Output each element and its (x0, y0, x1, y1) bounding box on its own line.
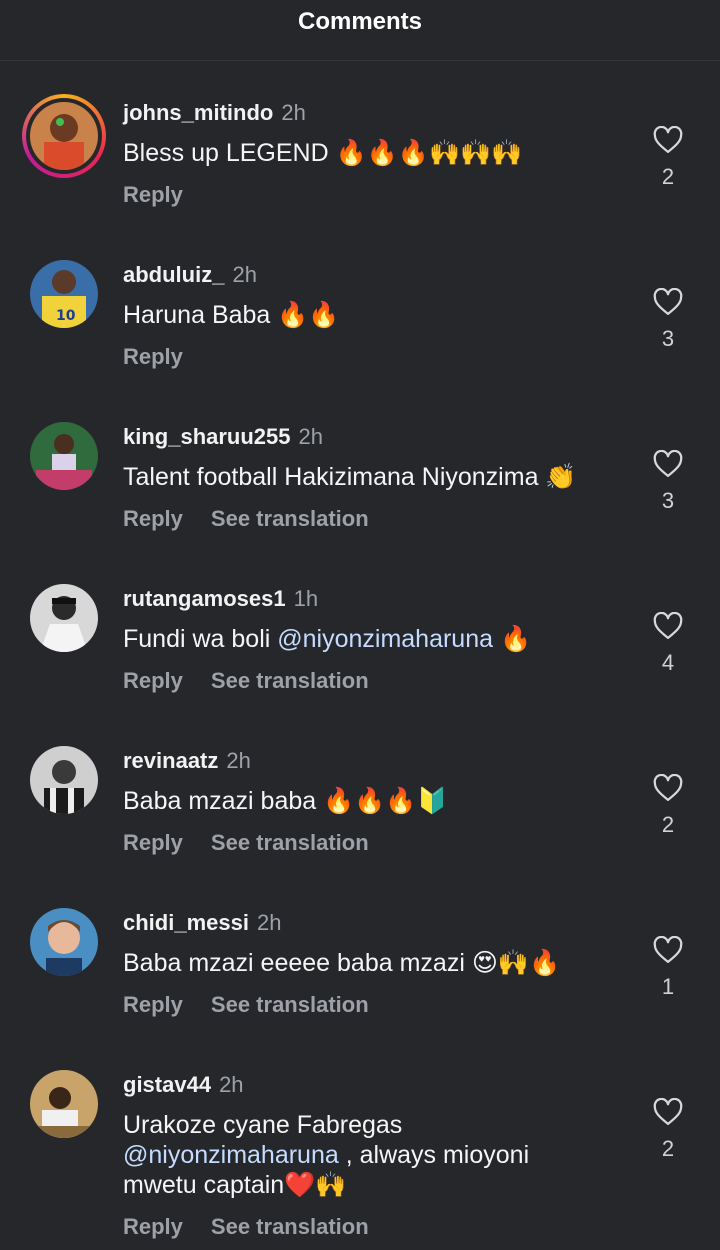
comment-time: 2h (298, 424, 323, 449)
heart-icon[interactable] (653, 1098, 683, 1126)
comment-item: king_sharuu255 2h Talent football Hakizim… (0, 422, 720, 584)
comment-time: 2h (219, 1072, 244, 1097)
reply-button[interactable]: Reply (123, 506, 183, 531)
reply-button[interactable]: Reply (123, 992, 183, 1017)
comment-item: chidi_messi 2h Baba mzazi eeeee baba mzaz… (0, 908, 720, 1070)
avatar[interactable] (30, 746, 98, 814)
heart-icon[interactable] (653, 612, 683, 640)
like-count: 3 (661, 326, 675, 351)
see-translation-button[interactable]: See translation (211, 668, 369, 693)
heart-icon[interactable] (653, 774, 683, 802)
like-control: 3 (648, 288, 688, 352)
comment-username[interactable]: gistav44 (123, 1072, 211, 1097)
reply-button[interactable]: Reply (123, 182, 183, 207)
reply-button[interactable]: Reply (123, 1214, 183, 1239)
avatar-story-ring[interactable] (22, 94, 106, 178)
see-translation-button[interactable]: See translation (211, 506, 369, 531)
comment-item: gistav44 2h Urakoze cyane Fabregas @niyon… (0, 1070, 720, 1250)
comment-username[interactable]: johns_mitindo (123, 100, 273, 125)
like-count: 2 (661, 1136, 675, 1161)
like-count: 3 (661, 488, 675, 513)
comment-time: 2h (281, 100, 306, 125)
comment-text: Haruna Baba 🔥🔥 (123, 301, 340, 329)
comment-text: Talent football Hakizimana Niyonzima 👏 (123, 463, 577, 491)
comment-item: 10 abduluiz_ 2h Haruna Baba 🔥🔥 Reply 3 (0, 260, 720, 422)
heart-icon[interactable] (653, 288, 683, 316)
like-control: 2 (648, 1098, 688, 1162)
avatar[interactable] (30, 1070, 98, 1138)
heart-icon[interactable] (653, 126, 683, 154)
like-control: 4 (648, 612, 688, 676)
comment-text: Urakoze cyane Fabregas @niyonzimaharuna … (123, 1111, 530, 1199)
comment-item: johns_mitindo 2h Bless up LEGEND 🔥🔥🔥🙌🙌🙌 R… (0, 94, 720, 260)
see-translation-button[interactable]: See translation (211, 1214, 369, 1239)
like-count: 4 (661, 650, 675, 675)
like-count: 2 (661, 164, 675, 189)
like-control: 2 (648, 126, 688, 190)
avatar[interactable] (30, 422, 98, 490)
avatar (30, 102, 98, 170)
page-title: Comments (297, 8, 423, 35)
reply-button[interactable]: Reply (123, 344, 183, 369)
comment-username[interactable]: rutangamoses1 (123, 586, 286, 611)
avatar[interactable]: 10 (30, 260, 98, 328)
comments-header: Comments (0, 0, 720, 61)
see-translation-button[interactable]: See translation (211, 992, 369, 1017)
comment-item: revinaatz 2h Baba mzazi baba 🔥🔥🔥🔰 Reply Se… (0, 746, 720, 908)
comment-text: Fundi wa boli @niyonzimaharuna 🔥 (123, 625, 532, 653)
comment-time: 2h (256, 910, 282, 935)
comment-username[interactable]: abduluiz_ (123, 262, 224, 287)
avatar[interactable] (30, 584, 98, 652)
comment-username[interactable]: chidi_messi (123, 910, 249, 935)
comment-username[interactable]: king_sharuu255 (123, 424, 291, 449)
comment-username[interactable]: revinaatz (123, 748, 218, 773)
mention-link[interactable]: @niyonzimaharuna (277, 625, 493, 653)
avatar[interactable] (30, 908, 98, 976)
reply-button[interactable]: Reply (123, 830, 183, 855)
heart-icon[interactable] (653, 936, 683, 964)
svg-text:10: 10 (56, 308, 76, 324)
like-control: 3 (648, 450, 688, 514)
like-count: 2 (661, 812, 675, 837)
comment-text: Baba mzazi baba 🔥🔥🔥🔰 (123, 787, 448, 815)
reply-button[interactable]: Reply (123, 668, 183, 693)
like-count: 1 (661, 974, 675, 999)
comment-time: 2h (232, 262, 257, 287)
comment-text: Bless up LEGEND 🔥🔥🔥🙌🙌🙌 (123, 139, 523, 167)
comment-text: Baba mzazi eeeee baba mzazi 😍🙌🔥 (123, 949, 561, 977)
like-control: 1 (648, 936, 688, 1000)
comment-time: 2h (226, 748, 251, 773)
mention-link[interactable]: @niyonzimaharuna (123, 1141, 339, 1169)
heart-icon[interactable] (653, 450, 683, 478)
comment-time: 1h (293, 586, 319, 611)
comment-item: rutangamoses1 1h Fundi wa boli @niyonzima… (0, 584, 720, 746)
see-translation-button[interactable]: See translation (211, 830, 369, 855)
like-control: 2 (648, 774, 688, 838)
